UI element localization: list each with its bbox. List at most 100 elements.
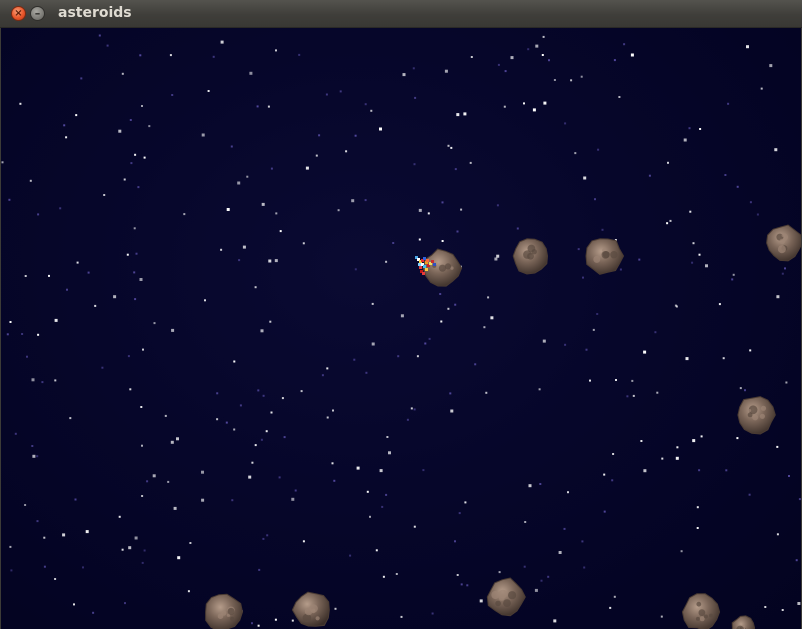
star [498, 571, 501, 574]
star [643, 469, 647, 473]
star [692, 242, 695, 245]
star [456, 574, 459, 576]
star [781, 609, 784, 611]
faint-star [141, 561, 144, 564]
star [233, 428, 236, 431]
faint-star [333, 479, 336, 482]
star [676, 446, 679, 449]
faint-star [613, 59, 616, 62]
star [427, 212, 430, 215]
star [447, 144, 450, 147]
close-button[interactable]: × [11, 6, 26, 21]
game-canvas[interactable] [1, 28, 801, 629]
star [722, 357, 725, 360]
faint-star [133, 271, 136, 274]
asteroid [486, 577, 526, 617]
faint-star [795, 559, 798, 562]
faint-star [127, 355, 130, 358]
minimize-button[interactable]: – [30, 6, 45, 21]
star [331, 462, 334, 465]
faint-star [413, 163, 416, 166]
star [332, 409, 334, 412]
faint-star [26, 355, 28, 358]
star [281, 397, 284, 400]
star [580, 75, 583, 78]
star [542, 35, 545, 38]
star [268, 259, 272, 263]
star [541, 54, 544, 56]
star [201, 498, 205, 502]
star [142, 348, 144, 351]
star [121, 72, 124, 75]
faint-star [788, 475, 790, 477]
star [94, 304, 97, 307]
faint-star [601, 228, 604, 231]
star [379, 127, 382, 131]
asteroid [731, 615, 756, 629]
star [456, 113, 460, 117]
faint-star [146, 480, 149, 483]
star [261, 202, 265, 206]
star [31, 378, 35, 382]
faint-star [80, 77, 83, 80]
faint-star [564, 122, 567, 125]
star [661, 457, 664, 460]
star [126, 253, 129, 256]
faint-star [230, 145, 233, 148]
faint-star [171, 94, 174, 96]
star [496, 254, 500, 258]
faint-star [626, 395, 629, 398]
star [274, 618, 277, 621]
faint-star [130, 162, 133, 165]
star [164, 414, 167, 417]
star [523, 102, 525, 105]
faint-star [564, 343, 567, 346]
faint-star [6, 333, 9, 336]
faint-star [456, 230, 459, 233]
star [201, 133, 205, 137]
faint-star [611, 479, 614, 482]
faint-star [134, 298, 137, 301]
faint-star [756, 213, 759, 216]
faint-star [577, 248, 580, 251]
star [760, 87, 763, 90]
close-icon: × [14, 7, 23, 19]
star [483, 326, 486, 329]
window-title: asteroids [58, 5, 132, 21]
faint-star [137, 186, 140, 189]
star [574, 152, 577, 155]
faint-star [583, 566, 586, 569]
star [73, 603, 75, 606]
faint-star [74, 498, 77, 501]
faint-star [66, 288, 68, 291]
star [736, 437, 739, 440]
window-titlebar[interactable]: × – asteroids [0, 0, 802, 28]
faint-star [364, 199, 367, 202]
faint-star [256, 105, 259, 108]
faint-star [321, 374, 324, 377]
faint-star [381, 505, 384, 508]
star [129, 388, 132, 391]
faint-star [648, 174, 651, 177]
star [532, 108, 536, 112]
faint-star [354, 268, 357, 271]
star [680, 550, 683, 553]
faint-star [8, 198, 11, 201]
star [603, 473, 606, 476]
star [718, 303, 721, 306]
star [85, 530, 89, 534]
faint-star [638, 258, 641, 261]
star [153, 322, 156, 325]
star [141, 105, 143, 107]
dim-stars [6, 34, 801, 625]
star [170, 440, 174, 444]
faint-star [744, 389, 746, 392]
star [776, 295, 780, 299]
star [121, 548, 124, 551]
star [237, 181, 241, 185]
faint-star [92, 611, 95, 614]
faint-star [749, 201, 752, 204]
star [140, 406, 143, 408]
faint-star [129, 119, 132, 121]
faint-star [385, 493, 388, 496]
